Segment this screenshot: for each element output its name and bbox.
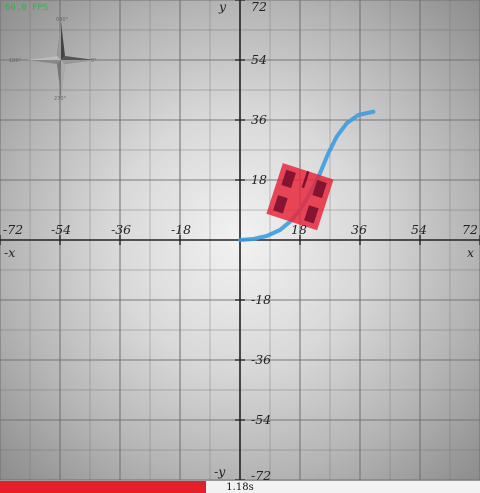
x-axis-label: x bbox=[467, 245, 475, 260]
coordinate-plane-viewport[interactable]: 60.0 FPS 090° 0° 270° 180° -72 -54 -36 -18 1… bbox=[0, 0, 480, 480]
y-tick-label: 54 bbox=[251, 52, 267, 67]
timeline-scrubber[interactable]: 1.18s bbox=[0, 480, 480, 493]
x-tick-label: 72 bbox=[462, 222, 478, 237]
x-tick-label: -36 bbox=[111, 222, 132, 237]
y-tick-label: -72 bbox=[251, 468, 272, 480]
y-tick-label: 36 bbox=[251, 112, 267, 127]
fps-counter: 60.0 FPS bbox=[5, 3, 49, 13]
x-axis-negative-label: -x bbox=[4, 245, 16, 260]
x-tick-label: -54 bbox=[51, 222, 72, 237]
compass-west-label: 180° bbox=[9, 58, 22, 64]
robot-chassis bbox=[266, 163, 334, 231]
robot-body[interactable] bbox=[266, 163, 334, 231]
y-tick-label: 72 bbox=[251, 0, 267, 14]
timeline-time-label: 1.18s bbox=[226, 482, 254, 493]
x-tick-label: 54 bbox=[411, 222, 427, 237]
y-tick-label: 18 bbox=[251, 172, 267, 187]
x-tick-label: 36 bbox=[351, 222, 367, 237]
y-tick-label: -18 bbox=[251, 292, 272, 307]
compass-star-icon bbox=[27, 22, 95, 98]
compass-rose: 090° 0° 270° 180° bbox=[9, 17, 97, 102]
y-tick-label: -36 bbox=[251, 352, 272, 367]
x-tick-label: -72 bbox=[3, 222, 24, 237]
compass-south-label: 270° bbox=[54, 96, 67, 102]
compass-east-label: 0° bbox=[91, 58, 97, 64]
y-axis-negative-label: -y bbox=[214, 464, 226, 479]
y-tick-label: -54 bbox=[251, 412, 272, 427]
compass-north-label: 090° bbox=[56, 17, 69, 23]
x-tick-label: -18 bbox=[171, 222, 192, 237]
y-axis-label: y bbox=[219, 0, 227, 14]
x-tick-label: 18 bbox=[291, 222, 307, 237]
